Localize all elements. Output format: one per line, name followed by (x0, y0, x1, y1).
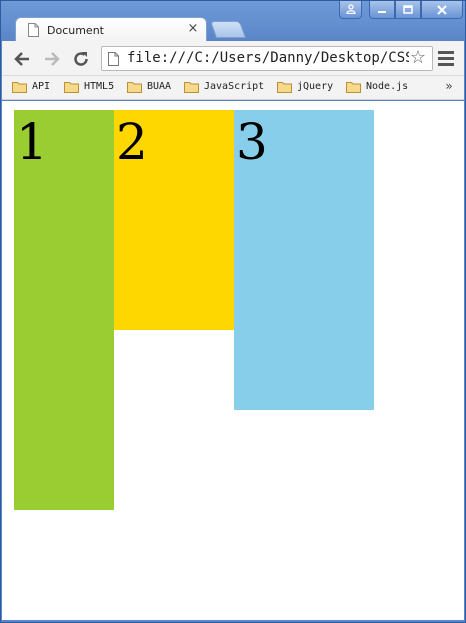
box-2-label: 2 (116, 113, 148, 171)
maximize-icon (403, 5, 413, 14)
tab-title: Document (47, 24, 104, 37)
document-icon (28, 23, 39, 37)
forward-button[interactable] (42, 49, 62, 69)
bookmark-star-icon[interactable]: ☆ (408, 48, 428, 68)
hamburger-icon-line (438, 57, 454, 60)
box-1: 1 (14, 110, 114, 510)
bookmark-label: jQuery (297, 81, 334, 92)
browser-window: Document × file:///C:/Users/Danny/Deskto… (0, 0, 466, 623)
title-bar: Document × (1, 1, 465, 43)
reload-icon (74, 52, 88, 66)
bookmark-label: JavaScript (204, 81, 265, 92)
back-arrow-icon (14, 52, 29, 66)
bookmark-label: HTML5 (84, 81, 115, 92)
tab-close-button[interactable]: × (186, 21, 200, 36)
toolbar: file:///C:/Users/Danny/Desktop/CSS/ ☆ (2, 41, 464, 76)
hamburger-icon-line (438, 51, 454, 54)
folder-icon (184, 82, 199, 93)
folder-icon (64, 82, 79, 93)
hamburger-icon-line (438, 63, 454, 66)
box-1-label: 1 (16, 113, 48, 171)
page-icon (108, 52, 119, 66)
user-icon (345, 4, 356, 15)
page-viewport: 1 2 3 (2, 101, 464, 620)
minimize-icon (378, 11, 386, 13)
minimize-button[interactable] (369, 1, 395, 19)
folder-icon (127, 82, 142, 93)
tab-document[interactable]: Document × (15, 17, 207, 43)
address-text[interactable]: file:///C:/Users/Danny/Desktop/CSS/ (127, 50, 409, 66)
bookmark-label: BUAA (147, 81, 172, 92)
back-button[interactable] (12, 49, 32, 69)
user-button[interactable] (339, 1, 362, 19)
box-3-label: 3 (236, 113, 268, 171)
box-3: 3 (234, 110, 374, 410)
new-tab-button[interactable] (209, 21, 247, 38)
address-bar[interactable]: file:///C:/Users/Danny/Desktop/CSS/ ☆ (101, 46, 433, 71)
close-window-button[interactable] (421, 1, 463, 19)
close-icon (437, 5, 447, 15)
folder-icon (277, 82, 292, 93)
box-2: 2 (114, 110, 234, 330)
folder-icon (12, 82, 27, 93)
maximize-button[interactable] (395, 1, 421, 19)
folder-icon (346, 82, 361, 93)
bookmarks-bar: API HTML5 BUAA JavaScript jQuery Node.js… (2, 76, 464, 100)
bookmark-label: API (32, 81, 51, 92)
reload-button[interactable] (71, 49, 91, 69)
menu-button[interactable] (438, 51, 454, 67)
forward-arrow-icon (45, 52, 60, 66)
bookmarks-overflow-button[interactable]: » (442, 79, 456, 95)
bookmark-label: Node.js (366, 81, 409, 92)
